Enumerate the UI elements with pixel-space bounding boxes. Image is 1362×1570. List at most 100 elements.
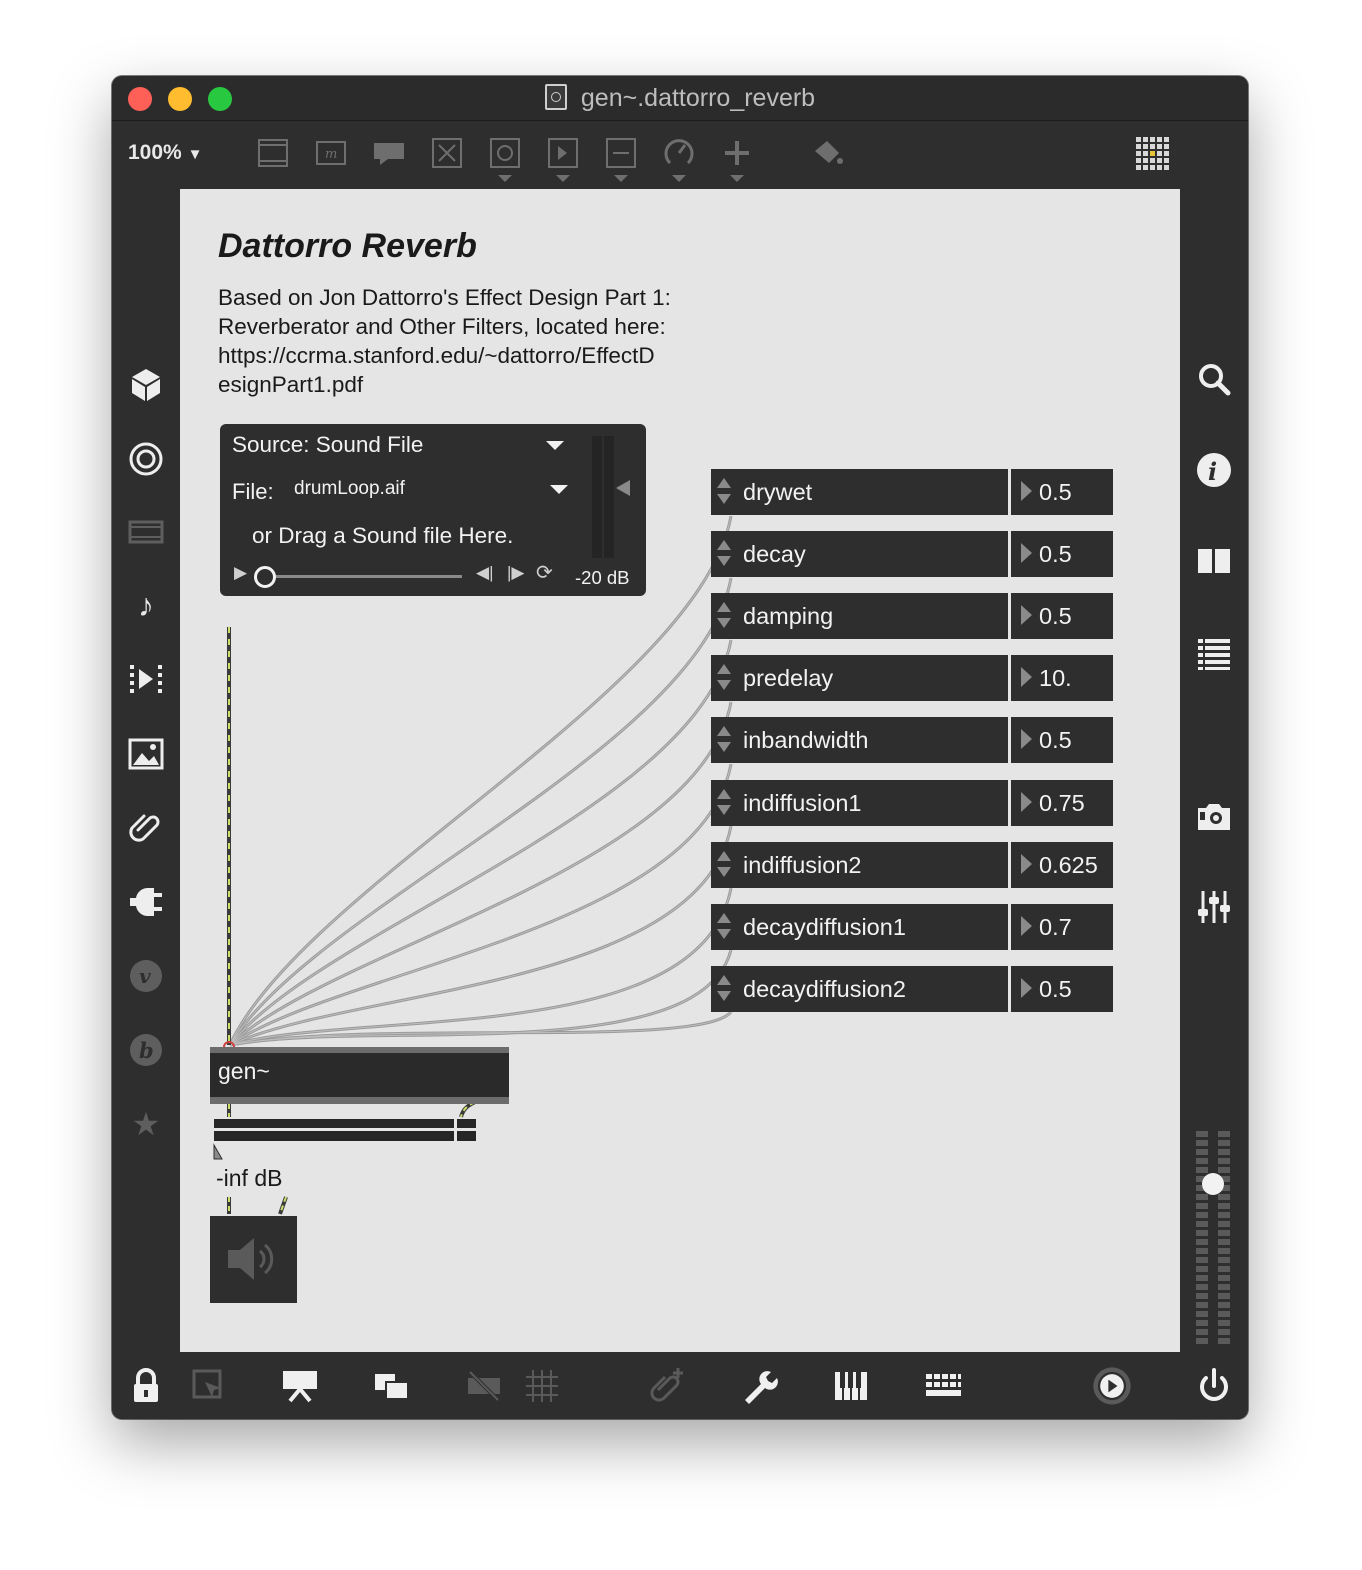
param-drywet[interactable]: drywet 0.5	[711, 469, 1113, 515]
meter-divider	[214, 1128, 476, 1131]
power-icon[interactable]	[1194, 1366, 1234, 1406]
number-box[interactable]: 0.7	[1011, 904, 1113, 950]
new-dial-icon[interactable]	[661, 135, 697, 182]
new-toggle-icon[interactable]	[429, 135, 465, 171]
cube-icon[interactable]	[126, 365, 166, 405]
param-indiffusion1[interactable]: indiffusion1 0.75	[711, 780, 1113, 826]
grid-view-icon[interactable]	[1134, 135, 1170, 171]
stepper-arrows-icon[interactable]	[717, 973, 731, 1005]
chevron-down-icon[interactable]	[546, 441, 564, 450]
piano-icon[interactable]	[831, 1366, 871, 1406]
param-label[interactable]: drywet	[711, 469, 1008, 515]
stepper-arrows-icon[interactable]	[717, 538, 731, 570]
gain-readout[interactable]: -20 dB	[575, 567, 630, 589]
param-value: 0.5	[1039, 727, 1072, 753]
param-label[interactable]: inbandwidth	[711, 717, 1008, 763]
v-icon[interactable]: v	[126, 956, 166, 996]
new-slider-icon[interactable]	[603, 135, 639, 182]
video-icon[interactable]	[126, 512, 166, 552]
zoom-level[interactable]: 100% ▼	[128, 141, 202, 165]
param-decay[interactable]: decay 0.5	[711, 531, 1113, 577]
new-object-icon[interactable]	[255, 135, 291, 171]
mute-icon[interactable]	[464, 1366, 504, 1406]
gen-object[interactable]: gen~	[210, 1047, 509, 1104]
number-box[interactable]: 0.5	[1011, 593, 1113, 639]
audio-output-toggle[interactable]	[210, 1216, 297, 1303]
param-decaydiffusion2[interactable]: decaydiffusion2 0.5	[711, 966, 1113, 1012]
columns-icon[interactable]	[1194, 541, 1234, 581]
list-icon[interactable]	[1194, 633, 1234, 673]
new-message-icon[interactable]: m	[313, 135, 349, 171]
number-box[interactable]: 0.5	[1011, 531, 1113, 577]
target-icon[interactable]	[126, 439, 166, 479]
grid-icon[interactable]	[522, 1366, 562, 1406]
chevron-down-icon[interactable]	[550, 485, 568, 494]
lock-icon[interactable]	[126, 1366, 166, 1406]
master-volume-slider[interactable]	[1196, 1131, 1232, 1345]
param-inbandwidth[interactable]: inbandwidth 0.5	[711, 717, 1113, 763]
music-note-icon[interactable]: ♪	[126, 585, 166, 625]
patcher-canvas[interactable]: Dattorro Reverb Based on Jon Dattorro's …	[180, 189, 1180, 1352]
seek-track[interactable]	[264, 575, 462, 578]
drop-zone-hint[interactable]: or Drag a Sound file Here.	[252, 523, 513, 549]
search-icon[interactable]	[1194, 359, 1234, 399]
number-box[interactable]: 10.	[1011, 655, 1113, 701]
param-label[interactable]: indiffusion2	[711, 842, 1008, 888]
windows-icon[interactable]	[372, 1366, 412, 1406]
param-label[interactable]: decaydiffusion1	[711, 904, 1008, 950]
camera-icon[interactable]	[1194, 796, 1234, 836]
star-icon[interactable]: ★	[126, 1104, 166, 1144]
image-icon[interactable]	[126, 734, 166, 774]
attach-icon[interactable]	[648, 1366, 688, 1406]
param-label[interactable]: predelay	[711, 655, 1008, 701]
file-menu[interactable]: drumLoop.aif	[294, 478, 405, 500]
add-icon[interactable]	[719, 135, 755, 182]
param-value: 0.7	[1039, 914, 1072, 940]
stepper-arrows-icon[interactable]	[717, 911, 731, 943]
audio-play-icon[interactable]	[1090, 1366, 1134, 1406]
paint-bucket-icon[interactable]	[809, 135, 845, 171]
select-icon[interactable]	[189, 1366, 229, 1406]
mixer-icon[interactable]	[1194, 887, 1234, 927]
loop-icon[interactable]: ⟳	[536, 560, 553, 585]
stepper-arrows-icon[interactable]	[717, 724, 731, 756]
keyboard-icon[interactable]	[923, 1366, 963, 1406]
stepper-arrows-icon[interactable]	[717, 476, 731, 508]
stepper-arrows-icon[interactable]	[717, 849, 731, 881]
paperclip-icon[interactable]	[126, 808, 166, 848]
param-indiffusion2[interactable]: indiffusion2 0.625	[711, 842, 1113, 888]
source-menu[interactable]: Source: Sound File	[232, 432, 423, 458]
param-decaydiffusion1[interactable]: decaydiffusion1 0.7	[711, 904, 1113, 950]
info-icon[interactable]: i	[1194, 450, 1234, 490]
new-number-icon[interactable]	[545, 135, 581, 182]
new-button-icon[interactable]	[487, 135, 523, 182]
param-label[interactable]: damping	[711, 593, 1008, 639]
play-icon[interactable]: ▶	[234, 563, 247, 583]
number-box[interactable]: 0.5	[1011, 966, 1113, 1012]
param-damping[interactable]: damping 0.5	[711, 593, 1113, 639]
number-box[interactable]: 0.5	[1011, 717, 1113, 763]
number-box[interactable]: 0.75	[1011, 780, 1113, 826]
b-icon[interactable]: b	[126, 1030, 166, 1070]
param-label[interactable]: decay	[711, 531, 1008, 577]
presentation-icon[interactable]	[280, 1366, 320, 1406]
param-predelay[interactable]: predelay 10.	[711, 655, 1113, 701]
number-box[interactable]: 0.625	[1011, 842, 1113, 888]
number-box[interactable]: 0.5	[1011, 469, 1113, 515]
volume-thumb[interactable]	[1202, 1173, 1224, 1195]
skip-back-icon[interactable]: ◀|	[476, 563, 494, 583]
wrench-icon[interactable]	[739, 1366, 779, 1406]
gain-triangle-icon[interactable]	[616, 480, 630, 496]
stepper-arrows-icon[interactable]	[717, 662, 731, 694]
new-comment-icon[interactable]	[371, 135, 407, 171]
stepper-arrows-icon[interactable]	[717, 600, 731, 632]
plug-icon[interactable]	[126, 882, 166, 922]
stepper-arrows-icon[interactable]	[717, 787, 731, 819]
frames-icon[interactable]	[126, 659, 166, 699]
seek-knob[interactable]	[254, 566, 276, 588]
audio-source-player[interactable]: Source: Sound File File: drumLoop.aif or…	[220, 424, 646, 596]
param-label[interactable]: indiffusion1	[711, 780, 1008, 826]
param-label[interactable]: decaydiffusion2	[711, 966, 1008, 1012]
output-level-meter[interactable]	[214, 1119, 476, 1141]
skip-forward-icon[interactable]: |▶	[507, 563, 525, 583]
